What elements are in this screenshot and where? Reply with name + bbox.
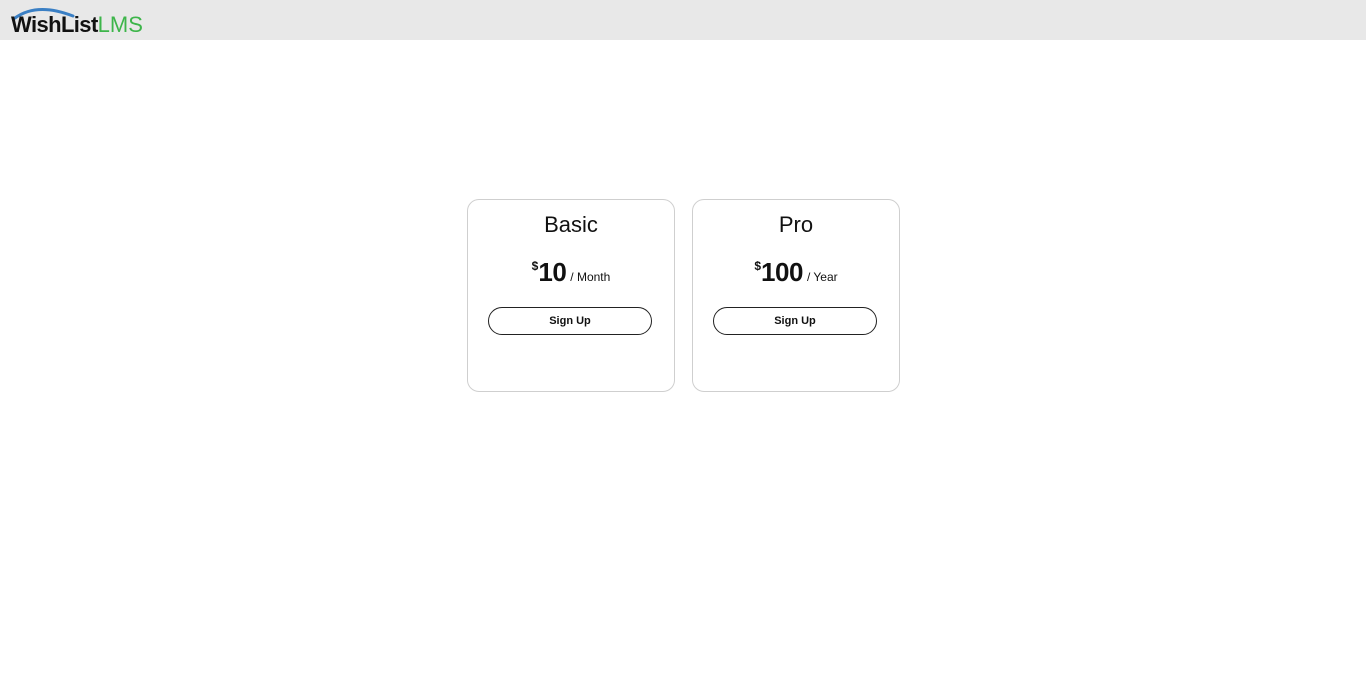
- price-period: / Month: [570, 270, 611, 284]
- plan-card-basic: Basic $10/ Month Sign Up: [467, 199, 675, 392]
- pricing-plans: Basic $10/ Month Sign Up Pro $100/ Year …: [467, 199, 900, 392]
- signup-button-basic[interactable]: Sign Up: [488, 307, 652, 335]
- wishlist-lms-logo[interactable]: WishListLMS: [11, 4, 161, 38]
- logo-wordmark-lms: LMS: [97, 12, 143, 37]
- price-currency: $: [754, 259, 762, 273]
- logo-text: WishListLMS: [11, 13, 143, 37]
- plan-name: Basic: [544, 212, 598, 237]
- signup-button-pro[interactable]: Sign Up: [713, 307, 877, 335]
- price-amount: 100: [761, 257, 803, 287]
- plan-price: $10/ Month: [468, 256, 674, 288]
- plan-name: Pro: [778, 212, 814, 237]
- price-currency: $: [531, 259, 539, 273]
- plan-card-pro: Pro $100/ Year Sign Up: [692, 199, 900, 392]
- plan-price: $100/ Year: [693, 256, 899, 288]
- price-amount: 10: [538, 257, 567, 287]
- logo-wordmark-wishlist: WishList: [11, 12, 98, 37]
- top-bar: WishListLMS: [0, 0, 1366, 40]
- price-period: / Year: [806, 270, 838, 284]
